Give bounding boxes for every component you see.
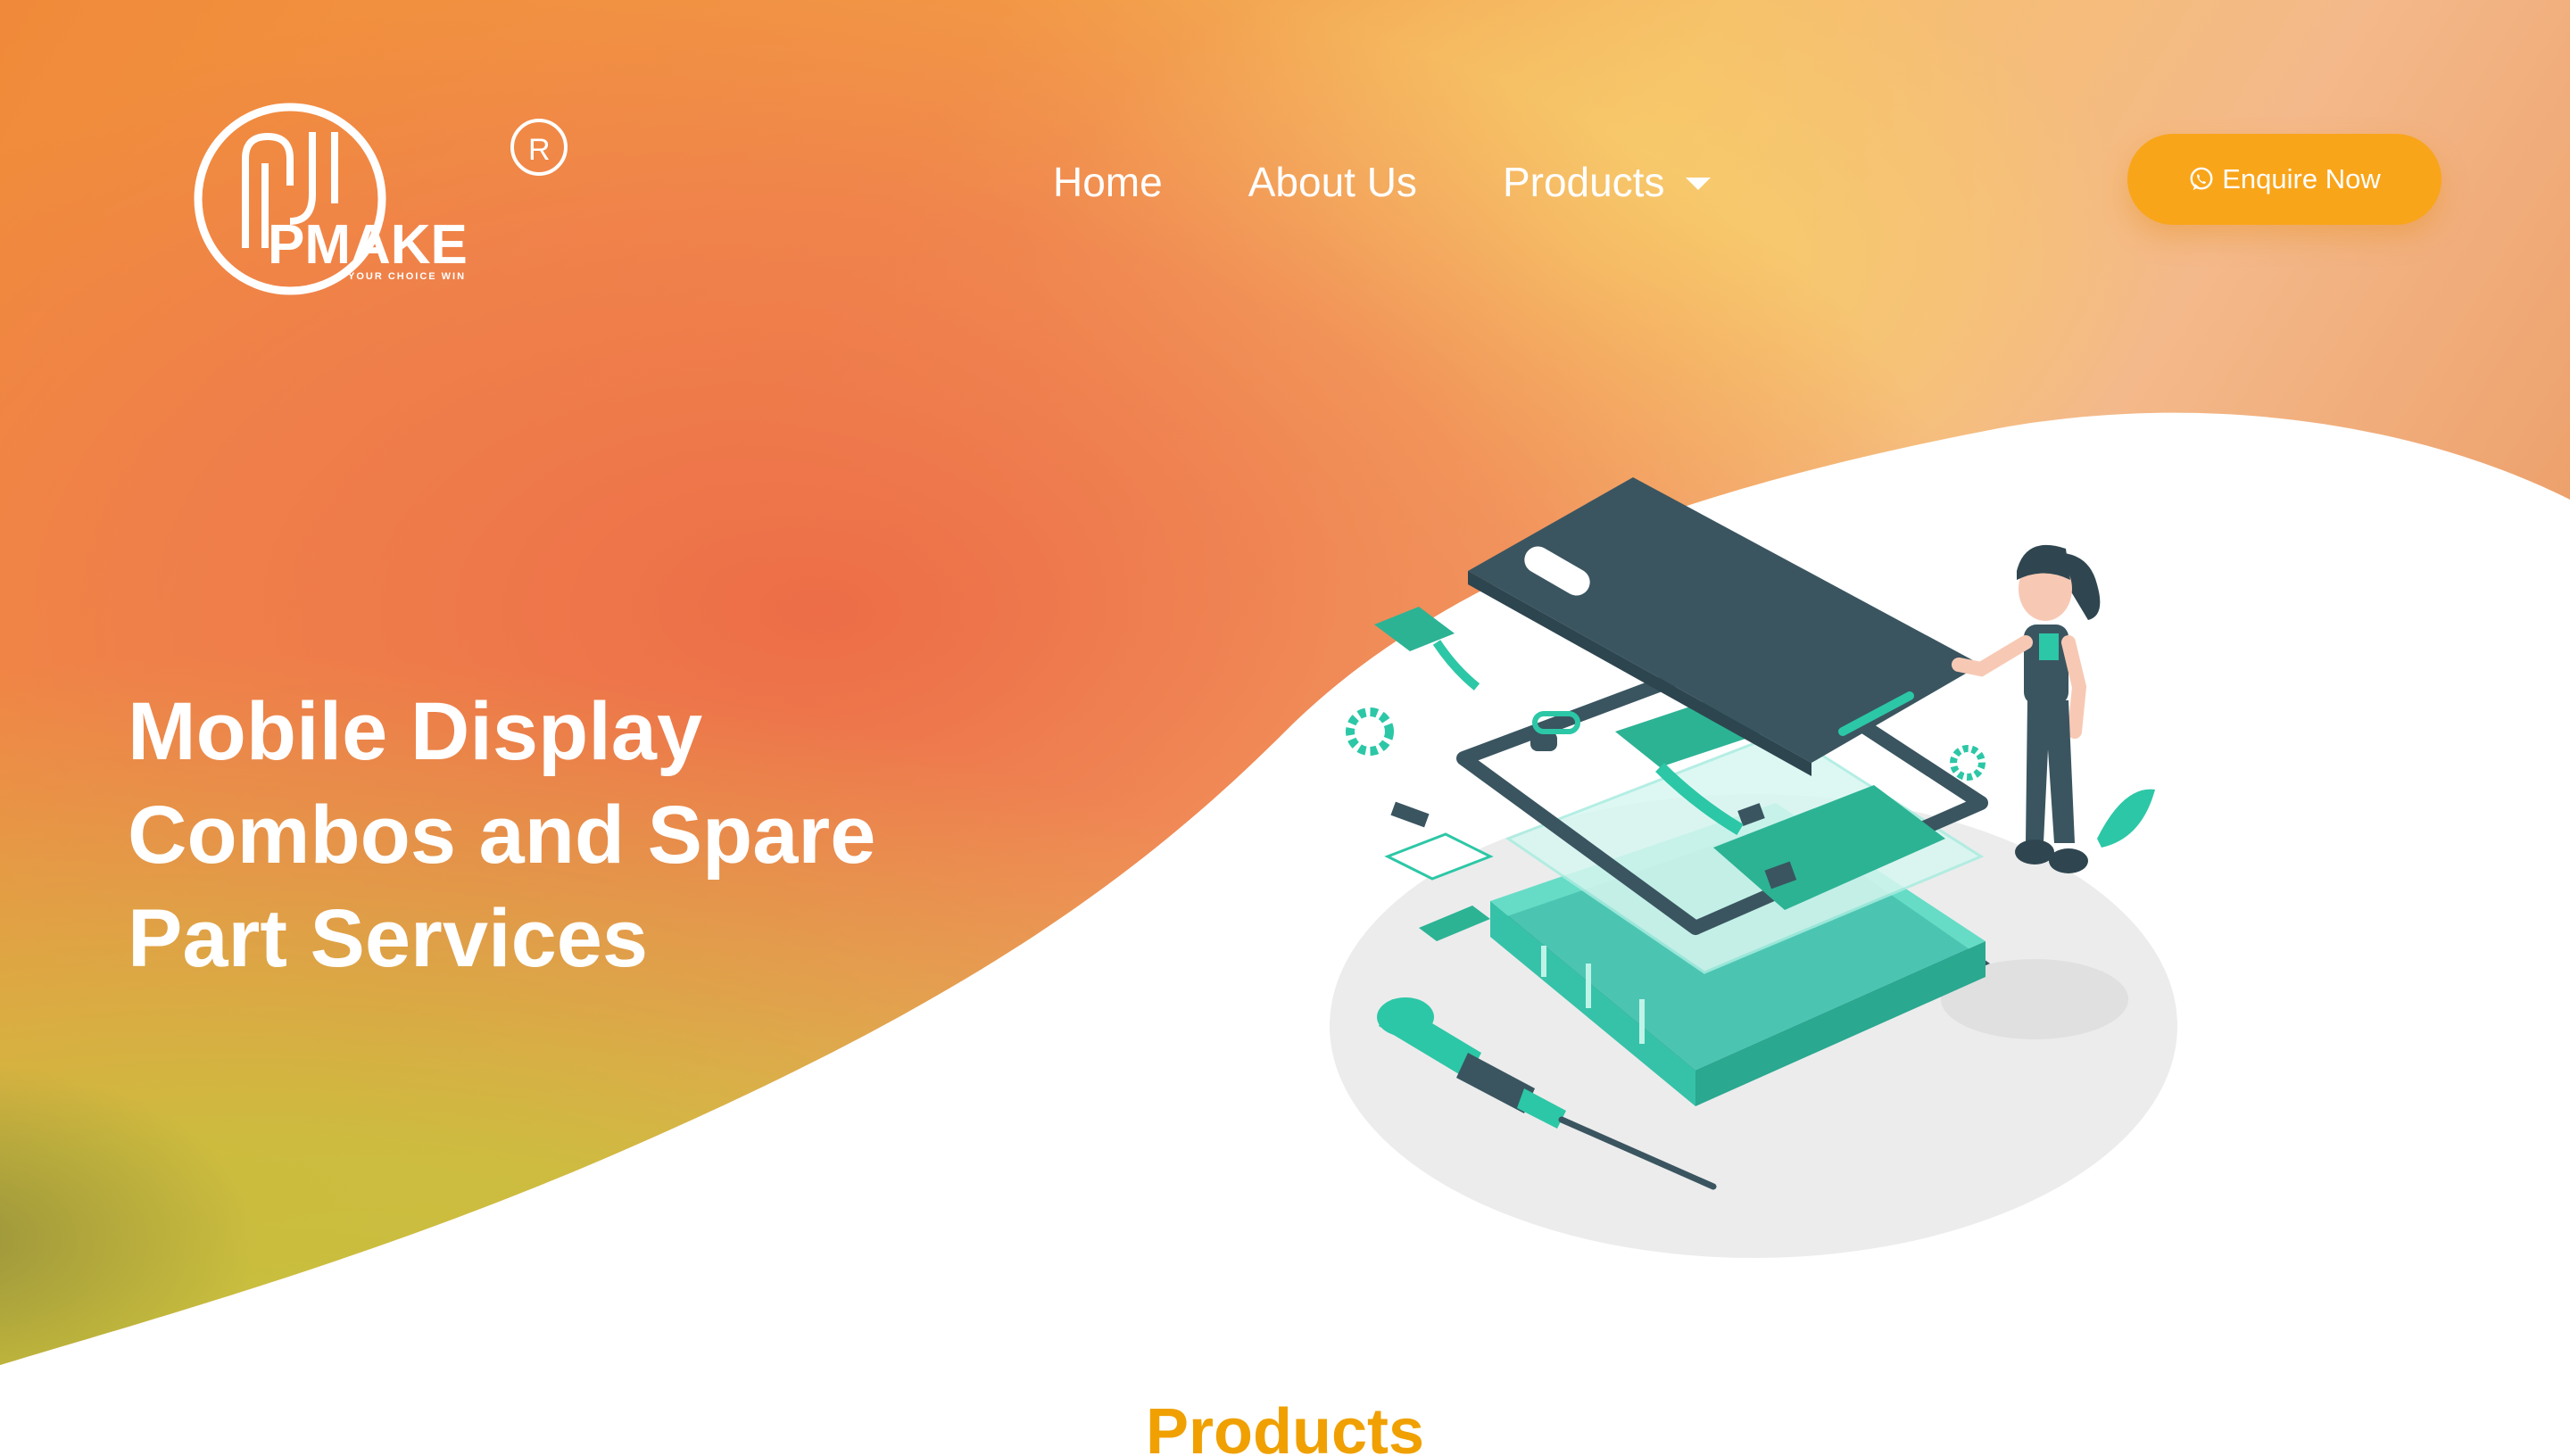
products-section-title: Products <box>1145 1396 1425 1456</box>
logo-tagline: YOUR CHOICE WIN <box>348 271 466 282</box>
enquire-now-label: Enquire Now <box>2222 163 2381 194</box>
pmake-logo[interactable]: PMAKE YOUR CHOICE WIN R <box>183 96 576 302</box>
hero-title-line-2: Combos and Spare <box>128 790 876 881</box>
page: PMAKE YOUR CHOICE WIN R Home About Us Pr… <box>0 0 2570 1456</box>
caret-down-icon <box>1686 178 1712 190</box>
hero-title-line-3: Part Services <box>128 893 649 984</box>
nav-home-label: Home <box>1053 159 1163 205</box>
nav-home[interactable]: Home <box>1053 158 1163 206</box>
technician-figure <box>1952 544 2155 873</box>
gear-icon <box>1346 707 1394 756</box>
enquire-now-button[interactable]: Enquire Now <box>2127 134 2442 225</box>
whatsapp-icon <box>2190 167 2213 191</box>
nav-products-dropdown[interactable]: Products <box>1503 158 1712 206</box>
phone-repair-illustration <box>1330 477 2177 1258</box>
nav-about-us-label: About Us <box>1248 159 1417 205</box>
logo-wordmark: PMAKE <box>268 214 468 276</box>
registered-mark: R <box>528 133 551 167</box>
nav-about-us[interactable]: About Us <box>1248 158 1417 206</box>
nav-products-label: Products <box>1502 159 1665 205</box>
main-nav: Home About Us Products <box>1053 153 1712 211</box>
hero-title: Mobile Display Combos and Spare Part Ser… <box>128 680 1020 990</box>
hero-title-line-1: Mobile Display <box>128 686 703 777</box>
